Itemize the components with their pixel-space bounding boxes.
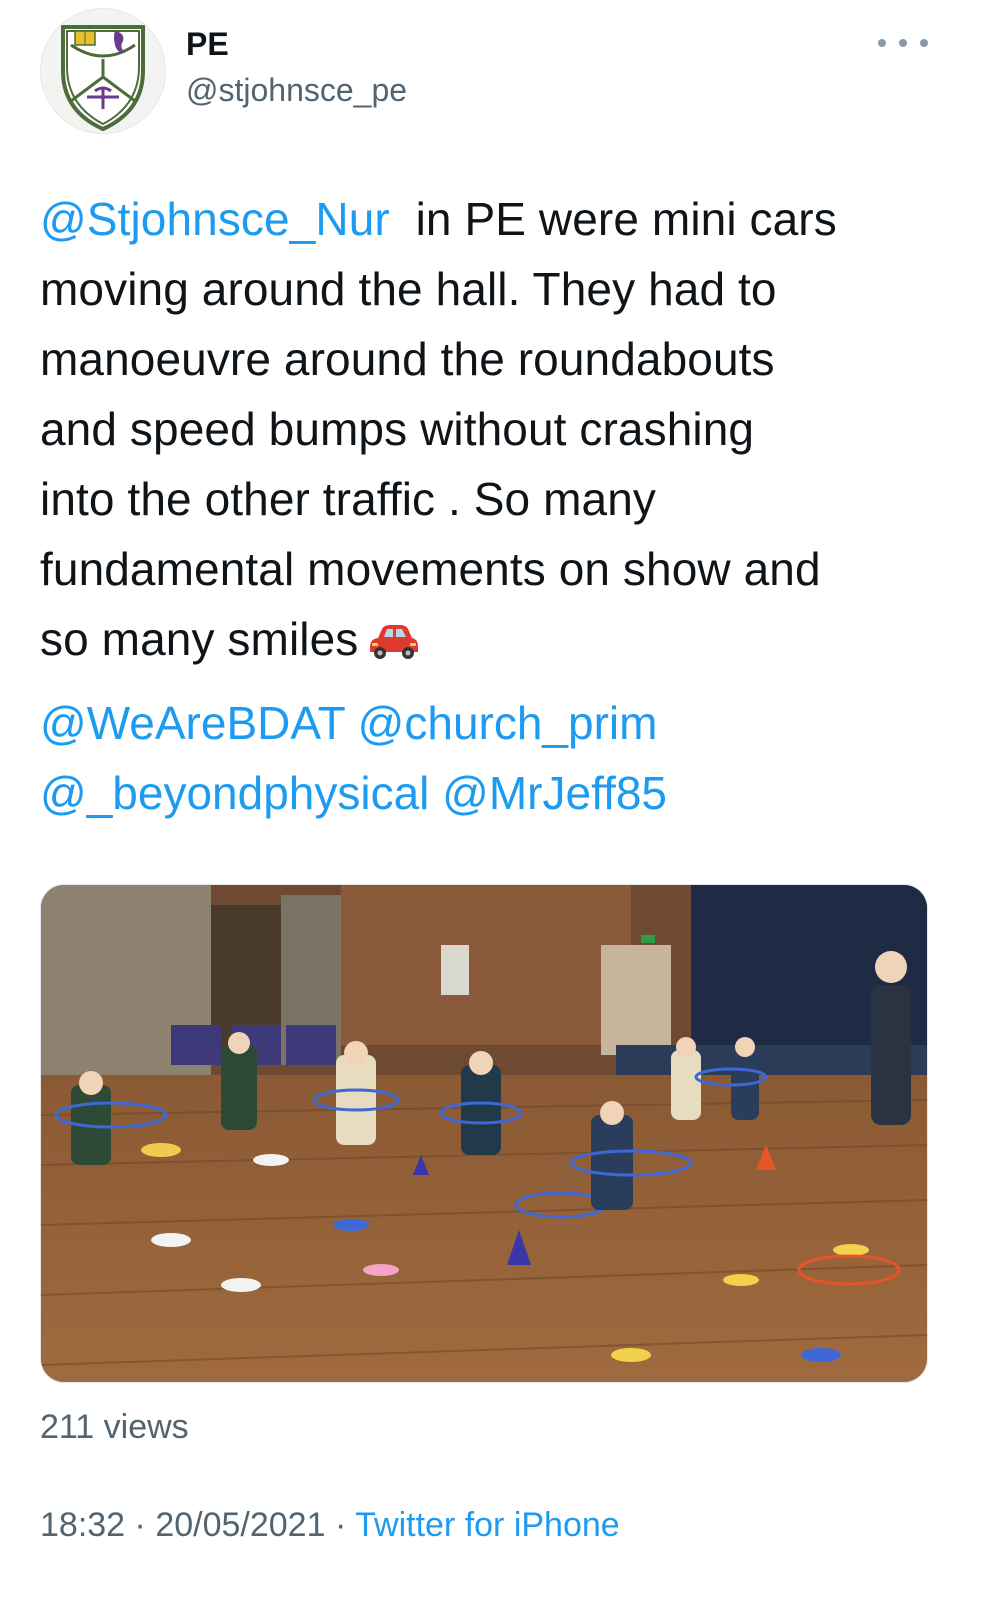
mention-link[interactable]: @WeAreBDAT [40, 697, 345, 749]
gym-hall-image [41, 885, 927, 1382]
school-crest-icon [61, 25, 145, 132]
tweet-line: moving around the hall. They had to [40, 263, 777, 315]
separator: · [134, 1506, 146, 1544]
mention-link[interactable]: @church_prim [358, 697, 658, 749]
mention-link[interactable]: @Stjohnsce_Nur [40, 193, 390, 245]
avatar[interactable] [40, 8, 166, 134]
car-emoji-icon [364, 610, 422, 680]
dot [878, 39, 886, 47]
tweet-source-link[interactable]: Twitter for iPhone [355, 1506, 620, 1544]
tweet-text: @Stjohnsce_Nur in PE were mini cars movi… [40, 184, 940, 680]
tweet-line-text: so many smiles [40, 613, 359, 665]
tweet-line: manoeuvre around the roundabouts [40, 333, 775, 385]
dot [920, 39, 928, 47]
tweet-line-text: in PE were mini cars [389, 193, 837, 245]
tweet-line: so many smiles [40, 604, 940, 680]
tweet-line: @Stjohnsce_Nur in PE were mini cars [40, 184, 940, 254]
tweet-meta: 18:32 · 20/05/2021 · Twitter for iPhone [40, 1506, 620, 1545]
separator: · [334, 1506, 347, 1544]
display-name[interactable]: PE [186, 26, 229, 63]
mention-link[interactable]: @_beyondphysical [40, 767, 429, 819]
mention-link[interactable]: @MrJeff85 [442, 767, 667, 819]
user-handle[interactable]: @stjohnsce_pe [186, 72, 407, 109]
tweet-time[interactable]: 18:32 [40, 1506, 125, 1544]
dot [899, 39, 907, 47]
video-thumbnail[interactable] [40, 884, 928, 1383]
view-count: 211 views [40, 1408, 189, 1446]
more-options-icon[interactable] [878, 28, 928, 58]
tweet-line: into the other traffic . So many [40, 473, 657, 525]
mentions-line: @_beyondphysical @MrJeff85 [40, 758, 940, 828]
mentions-block: @WeAreBDAT @church_prim @_beyondphysical… [40, 688, 940, 828]
tweet-date[interactable]: 20/05/2021 [155, 1506, 325, 1544]
mentions-line: @WeAreBDAT @church_prim [40, 688, 940, 758]
tweet-line: and speed bumps without crashing [40, 403, 755, 455]
tweet-line: fundamental movements on show and [40, 543, 821, 595]
